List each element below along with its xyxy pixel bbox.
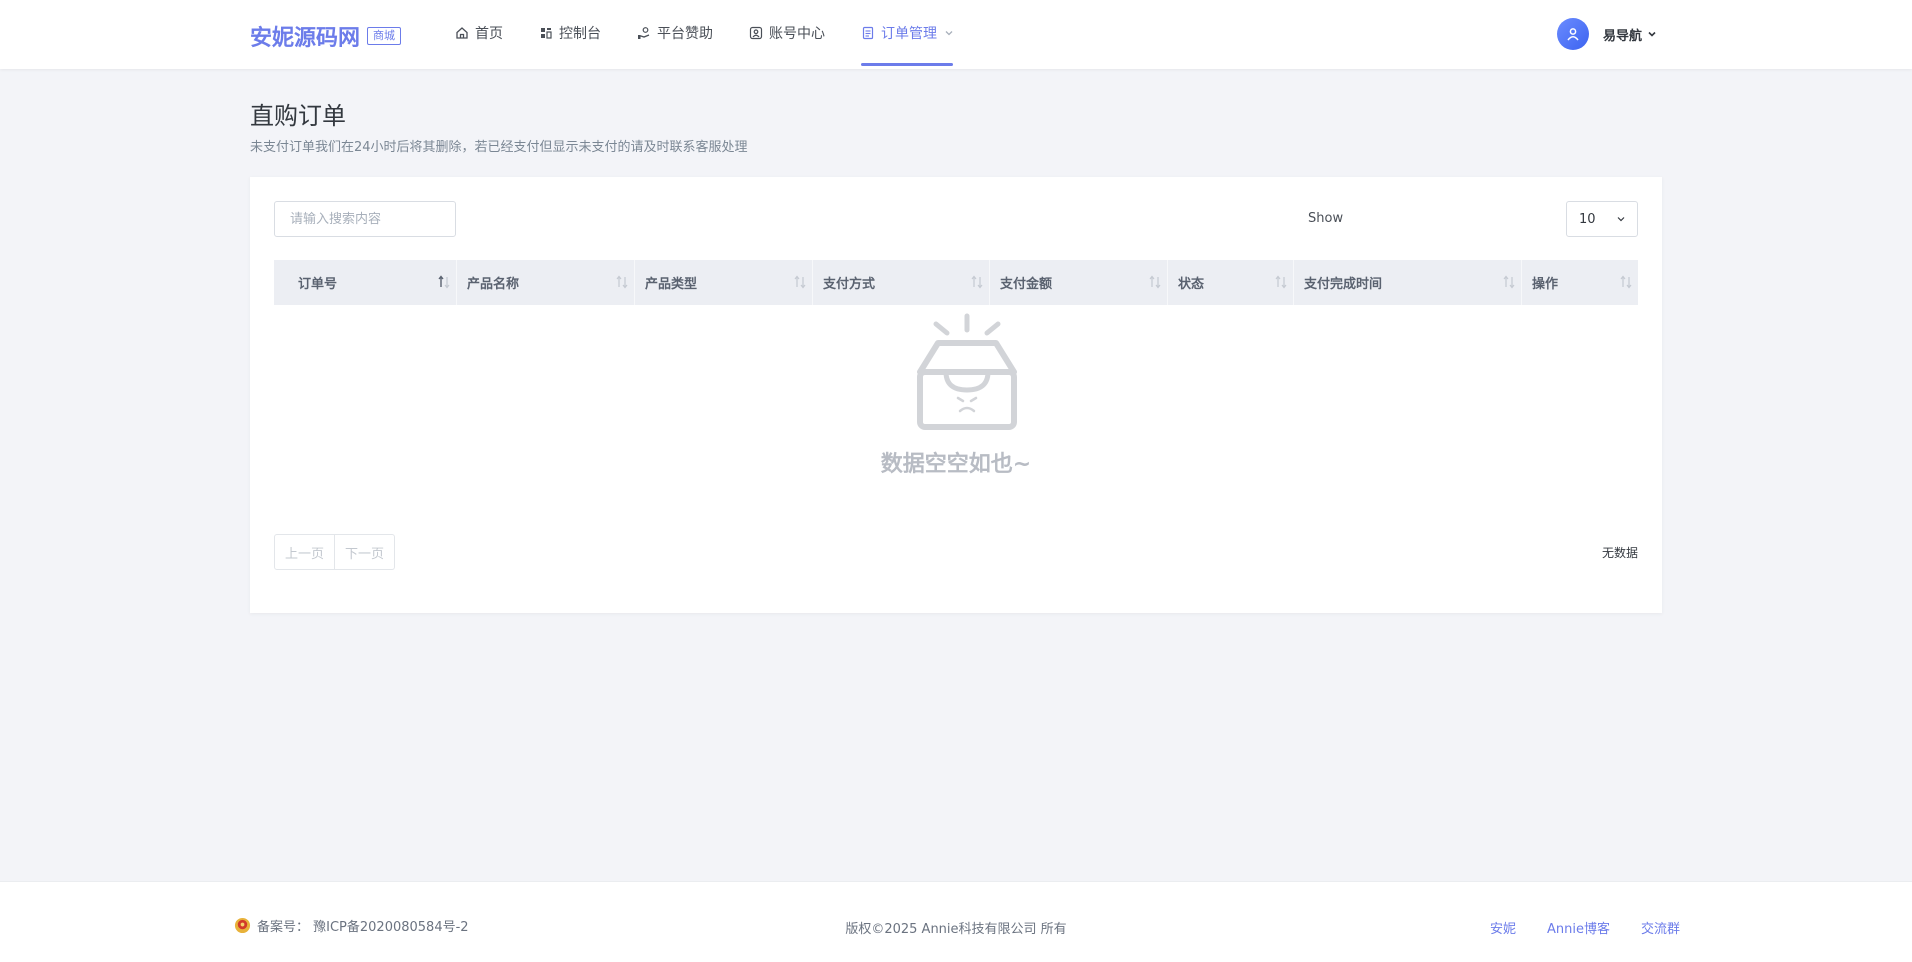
column-header-payment-method[interactable]: 支付方式 bbox=[813, 260, 990, 305]
footer-links: 安妮 Annie博客 交流群 bbox=[1459, 918, 1680, 937]
sort-icon[interactable] bbox=[1503, 275, 1515, 289]
footer-link-group[interactable]: 交流群 bbox=[1641, 918, 1680, 937]
nav-home[interactable]: 首页 bbox=[455, 0, 503, 66]
user-card-icon bbox=[749, 26, 763, 40]
nav-orders-label: 订单管理 bbox=[881, 26, 937, 42]
page-size-value: 10 bbox=[1579, 211, 1596, 227]
nav-sponsor[interactable]: 平台赞助 bbox=[637, 0, 713, 66]
sort-asc-icon[interactable] bbox=[438, 275, 450, 289]
nav-dashboard[interactable]: 控制台 bbox=[539, 0, 601, 66]
hand-coin-icon bbox=[638, 27, 650, 39]
nav-dashboard-label: 控制台 bbox=[559, 26, 601, 42]
brand-name[interactable]: 安妮源码网 bbox=[250, 20, 360, 52]
column-header-product-name[interactable]: 产品名称 bbox=[457, 260, 635, 305]
column-label: 支付方式 bbox=[823, 277, 876, 292]
nav-account-label: 账号中心 bbox=[769, 26, 825, 42]
column-label: 产品类型 bbox=[645, 277, 698, 292]
show-label: Show bbox=[1308, 211, 1344, 226]
user-icon bbox=[1567, 28, 1579, 41]
avatar[interactable] bbox=[1557, 18, 1589, 50]
dashboard-icon bbox=[541, 28, 552, 39]
pagination: 上一页 下一页 bbox=[274, 534, 396, 570]
empty-state: 数据空空如也~ bbox=[274, 312, 1638, 492]
chevron-down-icon bbox=[945, 31, 953, 36]
column-label: 操作 bbox=[1532, 277, 1559, 292]
chevron-down-icon bbox=[1617, 217, 1625, 222]
sort-icon[interactable] bbox=[971, 275, 983, 289]
column-label: 支付完成时间 bbox=[1304, 277, 1383, 292]
main-nav: 首页 控制台 平台赞助 账号中心 订单管理 bbox=[455, 0, 989, 69]
column-header-actions[interactable]: 操作 bbox=[1522, 260, 1638, 305]
sort-icon[interactable] bbox=[1149, 275, 1161, 289]
orders-card: Show 10 订单号 产品名称 产品类型 bbox=[250, 177, 1662, 613]
column-header-status[interactable]: 状态 bbox=[1168, 260, 1294, 305]
footer: 备案号： 豫ICP备2020080584号-2 版权©2025 Annie科技有… bbox=[0, 881, 1912, 962]
column-header-order-no[interactable]: 订单号 bbox=[274, 260, 457, 305]
column-label: 状态 bbox=[1178, 277, 1205, 292]
sort-icon[interactable] bbox=[616, 275, 628, 289]
user-menu[interactable]: 易导航 bbox=[1557, 18, 1656, 50]
page-size-select[interactable]: 10 bbox=[1566, 201, 1638, 237]
next-page-button[interactable]: 下一页 bbox=[335, 534, 396, 570]
column-header-paid-time[interactable]: 支付完成时间 bbox=[1294, 260, 1522, 305]
footer-link-annie[interactable]: 安妮 bbox=[1490, 918, 1516, 937]
order-list-icon bbox=[862, 26, 874, 40]
column-label: 订单号 bbox=[298, 277, 338, 292]
nav-orders[interactable]: 订单管理 bbox=[861, 0, 953, 66]
brand-logo[interactable]: 安妮源码网 商城 bbox=[250, 20, 402, 52]
search-input[interactable] bbox=[274, 201, 456, 237]
nav-sponsor-label: 平台赞助 bbox=[657, 26, 713, 42]
chevron-down-icon[interactable] bbox=[1648, 30, 1656, 38]
table-header: 订单号 产品名称 产品类型 支付方式 支付金额 状态 支付完成时间 操作 bbox=[274, 260, 1638, 305]
brand-tag: 商城 bbox=[367, 27, 402, 45]
nav-home-label: 首页 bbox=[475, 26, 503, 42]
column-header-product-type[interactable]: 产品类型 bbox=[635, 260, 813, 305]
column-label: 产品名称 bbox=[467, 277, 520, 292]
sort-icon[interactable] bbox=[794, 275, 806, 289]
prev-page-button[interactable]: 上一页 bbox=[274, 534, 336, 570]
column-label: 支付金额 bbox=[1000, 277, 1053, 292]
page-title: 直购订单 bbox=[250, 102, 346, 130]
footer-link-blog[interactable]: Annie博客 bbox=[1547, 918, 1610, 937]
empty-inbox-icon bbox=[917, 313, 1017, 430]
pagination-info: 无数据 bbox=[1601, 546, 1638, 560]
empty-message: 数据空空如也~ bbox=[880, 452, 1032, 477]
home-icon bbox=[456, 27, 468, 39]
user-name[interactable]: 易导航 bbox=[1603, 25, 1642, 44]
nav-account[interactable]: 账号中心 bbox=[749, 0, 825, 66]
top-header: 安妮源码网 商城 首页 控制台 平台赞助 账号中心 订单管理 易导航 bbox=[0, 0, 1912, 69]
page-subtitle: 未支付订单我们在24小时后将其删除，若已经支付但显示未支付的请及时联系客服处理 bbox=[250, 140, 748, 155]
column-header-amount[interactable]: 支付金额 bbox=[990, 260, 1168, 305]
sort-icon[interactable] bbox=[1620, 275, 1632, 289]
sort-icon[interactable] bbox=[1275, 275, 1287, 289]
